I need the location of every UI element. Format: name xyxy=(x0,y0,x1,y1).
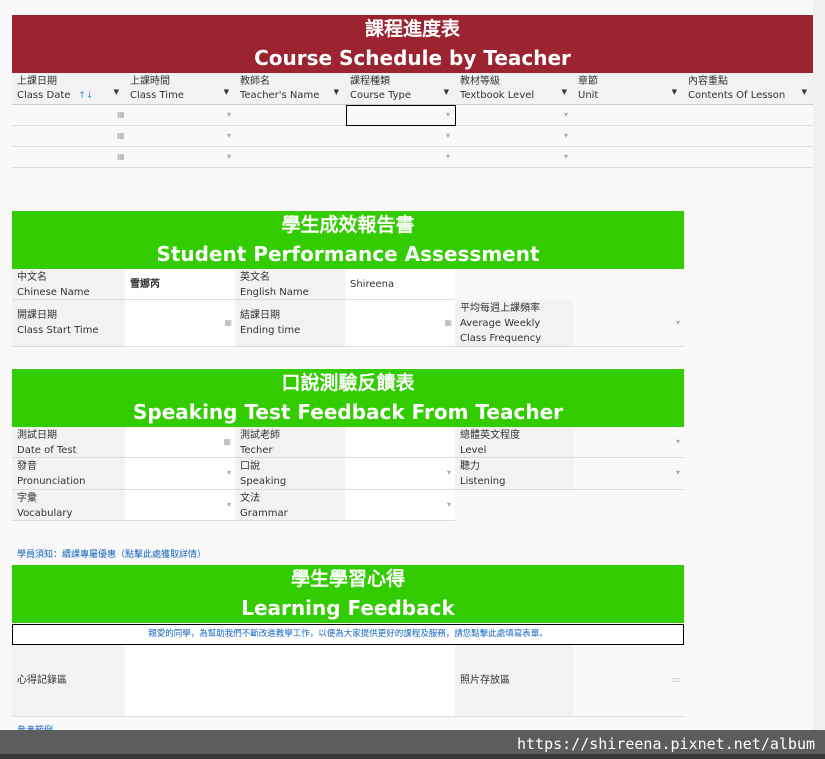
filter-dropdown-icon[interactable]: ▼ xyxy=(114,85,119,99)
calendar-icon[interactable]: ▦ xyxy=(117,131,125,140)
frequency-label: 平均每週上課頻率 Average Weekly Class Frequency xyxy=(455,300,573,347)
dropdown-icon[interactable]: ▾ xyxy=(447,468,451,477)
field-label: 口說 Speaking xyxy=(235,458,345,490)
field-label: 總體英文程度 Level xyxy=(455,427,573,458)
filter-dropdown-icon[interactable]: ▼ xyxy=(802,85,807,99)
calendar-icon[interactable]: ▦ xyxy=(117,152,125,161)
column-header[interactable]: 章節 Unit ▼ xyxy=(573,73,683,105)
field-label: 測試老師 Techer xyxy=(235,427,345,458)
field-label: 發音 Pronunciation xyxy=(12,458,125,490)
dropdown-icon[interactable]: ▾ xyxy=(446,131,450,140)
feedback-form-link[interactable]: 親愛的同學，為幫助我們不斷改進教學工作，以便為大家提供更好的課程及服務，請您點擊… xyxy=(12,624,684,645)
field-input[interactable]: ▾ xyxy=(573,458,684,490)
learning-title-zh: 學生學習心得 xyxy=(290,568,405,590)
field-label: 測試日期 Date of Test xyxy=(12,427,125,458)
end-date-label: 結課日期 Ending time xyxy=(235,300,345,347)
table-row: ▦ ▾ ▾ ▾ xyxy=(12,126,813,147)
schedule-title-en: Course Schedule by Teacher xyxy=(254,46,571,70)
calendar-icon[interactable]: ▦ xyxy=(224,318,232,327)
speaking-title-en: Speaking Test Feedback From Teacher xyxy=(132,400,564,424)
filter-dropdown-icon[interactable]: ▼ xyxy=(562,85,567,99)
record-field[interactable] xyxy=(125,645,455,717)
field-label: 文法 Grammar xyxy=(235,490,345,521)
dropdown-icon[interactable]: ▾ xyxy=(227,468,231,477)
chinese-name-field[interactable]: 雪娜芮 xyxy=(125,269,235,300)
dropdown-icon[interactable]: ▾ xyxy=(676,437,680,446)
promo-link[interactable]: 學員須知：續課專屬優惠（點擊此處獲取詳情） xyxy=(17,547,206,560)
watermark-bar: https://shireena.pixnet.net/album xyxy=(0,730,825,759)
frequency-select[interactable]: ▾ xyxy=(573,300,684,347)
field-input[interactable]: ▾ xyxy=(345,458,455,490)
schedule-banner: 課程進度表 Course Schedule by Teacher xyxy=(12,15,813,73)
start-date-label: 開課日期 Class Start Time xyxy=(12,300,125,347)
english-name-field[interactable]: Shireena xyxy=(345,269,455,300)
column-header[interactable]: 課程種類 Course Type ▼ xyxy=(345,73,455,105)
field-input[interactable]: ▾ xyxy=(345,490,455,521)
dropdown-icon[interactable]: ▾ xyxy=(447,500,451,509)
sort-icon[interactable]: ↑↓ xyxy=(78,91,93,101)
calendar-icon[interactable]: ▦ xyxy=(117,110,125,119)
table-row: ▦ ▾ ▾ ▾ xyxy=(12,105,813,126)
field-input[interactable]: ▾ xyxy=(125,490,235,521)
column-header[interactable]: 內容重點 Contents Of Lesson ▼ xyxy=(683,73,813,105)
field-label: 聽力 Listening xyxy=(455,458,573,490)
dropdown-icon[interactable]: ▾ xyxy=(227,152,231,161)
dropdown-icon[interactable]: ▾ xyxy=(564,131,568,140)
photo-label: 照片存放區 xyxy=(455,645,573,717)
chinese-name-label: 中文名 Chinese Name xyxy=(12,269,125,300)
dropdown-icon[interactable]: ▾ xyxy=(227,110,231,119)
selected-cell[interactable] xyxy=(346,105,456,126)
filter-dropdown-icon[interactable]: ▼ xyxy=(334,85,339,99)
field-input[interactable]: ▦ xyxy=(125,427,235,458)
dropdown-icon[interactable]: ▾ xyxy=(676,468,680,477)
dropdown-icon[interactable]: ▾ xyxy=(676,318,680,327)
field-input[interactable] xyxy=(345,427,455,458)
calendar-icon[interactable]: ▦ xyxy=(444,318,452,327)
scrollbar[interactable] xyxy=(813,0,825,730)
filter-dropdown-icon[interactable]: ▼ xyxy=(444,85,449,99)
field-input[interactable]: ▾ xyxy=(573,427,684,458)
start-date-field[interactable]: ▦ xyxy=(125,300,235,347)
dropdown-icon[interactable]: ▾ xyxy=(227,500,231,509)
photo-field[interactable]: ▭ xyxy=(573,645,684,717)
image-icon[interactable]: ▭ xyxy=(672,675,680,684)
filter-dropdown-icon[interactable]: ▼ xyxy=(672,85,677,99)
column-header[interactable]: 教師名 Teacher's Name ▼ xyxy=(235,73,345,105)
column-header[interactable]: 教材等級 Textbook Level ▼ xyxy=(455,73,573,105)
end-date-field[interactable]: ▦ xyxy=(345,300,455,347)
table-row: ▦ ▾ ▾ ▾ xyxy=(12,147,813,168)
column-header[interactable]: 上課日期 Class Date ↑↓ ▼ xyxy=(12,73,125,105)
performance-title-zh: 學生成效報告書 xyxy=(281,214,415,236)
speaking-banner: 口說測驗反饋表 Speaking Test Feedback From Teac… xyxy=(12,369,684,427)
dropdown-icon[interactable]: ▾ xyxy=(564,152,568,161)
learning-banner: 學生學習心得 Learning Feedback xyxy=(12,565,684,623)
field-input[interactable]: ▾ xyxy=(125,458,235,490)
field-label: 字彙 Vocabulary xyxy=(12,490,125,521)
learning-title-en: Learning Feedback xyxy=(241,596,455,620)
filter-dropdown-icon[interactable]: ▼ xyxy=(224,85,229,99)
watermark-text: https://shireena.pixnet.net/album xyxy=(516,735,815,753)
dropdown-icon[interactable]: ▾ xyxy=(564,110,568,119)
column-header[interactable]: 上課時間 Class Time ▼ xyxy=(125,73,235,105)
schedule-title-zh: 課程進度表 xyxy=(364,18,460,40)
english-name-label: 英文名 English Name xyxy=(235,269,345,300)
performance-banner: 學生成效報告書 Student Performance Assessment xyxy=(12,211,684,269)
calendar-icon[interactable]: ▦ xyxy=(223,437,231,446)
dropdown-icon[interactable]: ▾ xyxy=(446,152,450,161)
dropdown-icon[interactable]: ▾ xyxy=(227,131,231,140)
speaking-title-zh: 口說測驗反饋表 xyxy=(281,372,415,394)
performance-title-en: Student Performance Assessment xyxy=(156,242,540,266)
record-label: 心得記錄區 xyxy=(12,645,125,717)
